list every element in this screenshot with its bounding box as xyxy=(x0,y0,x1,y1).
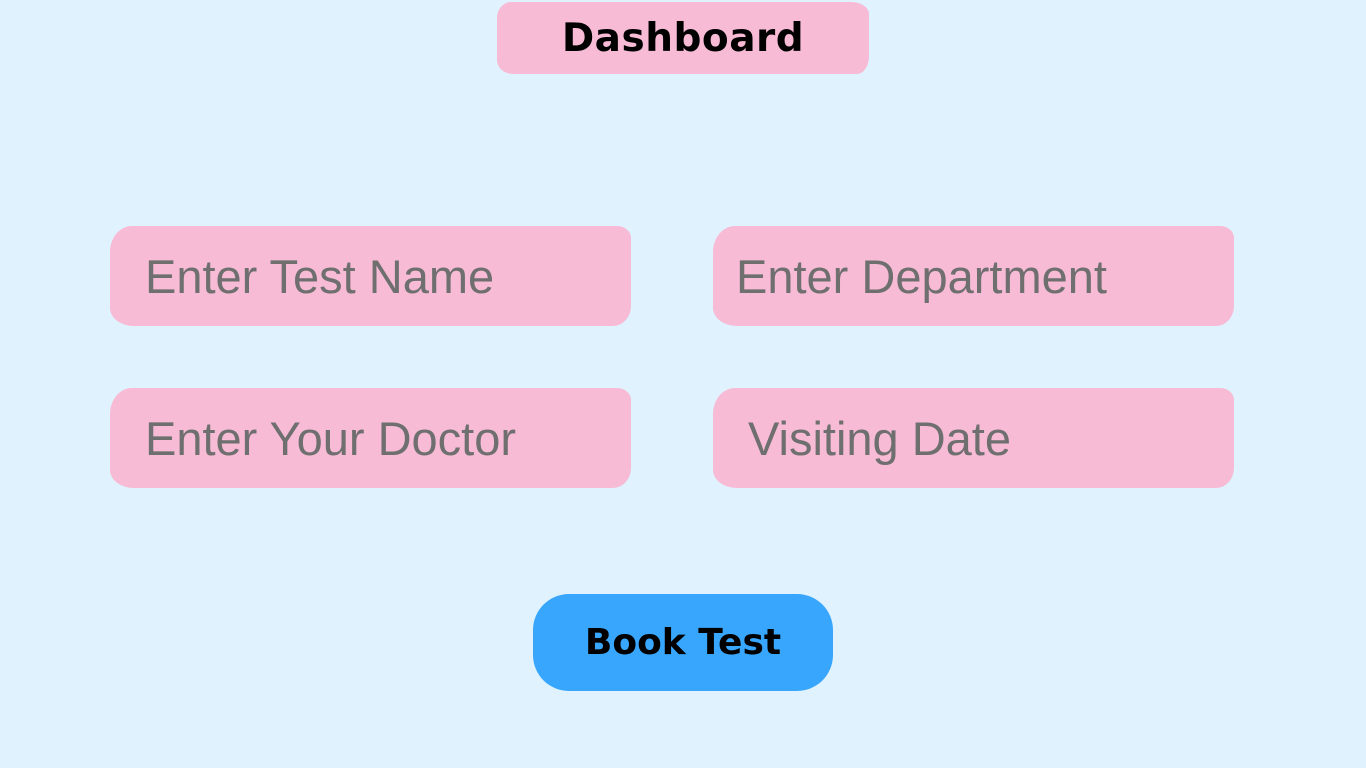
visiting-date-input[interactable] xyxy=(748,388,1234,488)
department-field-container xyxy=(713,226,1234,326)
page-title-badge: Dashboard xyxy=(497,2,869,74)
doctor-field-container xyxy=(110,388,631,488)
book-test-button-label: Book Test xyxy=(584,622,782,663)
page-title: Dashboard xyxy=(561,15,805,61)
book-test-button[interactable]: Book Test xyxy=(533,594,833,691)
doctor-input[interactable] xyxy=(145,388,631,488)
dashboard-page: Dashboard Book Test xyxy=(0,0,1366,768)
visiting-date-field-container xyxy=(713,388,1234,488)
test-name-field-container xyxy=(110,226,631,326)
department-input[interactable] xyxy=(736,226,1234,326)
test-name-input[interactable] xyxy=(145,226,631,326)
